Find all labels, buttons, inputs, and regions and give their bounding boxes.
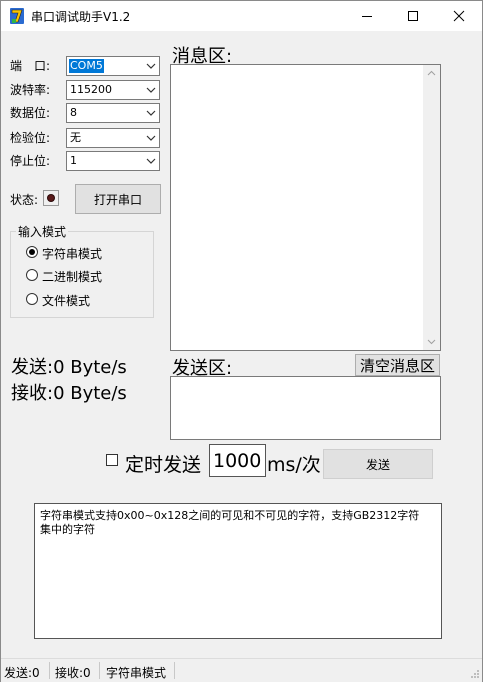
- status-mode: 字符串模式: [106, 666, 167, 680]
- app-window: 串口调试助手V1.2 端 口: COM5 波特率: 115200 数据位: 8 …: [0, 0, 483, 682]
- interval-input[interactable]: 1000: [209, 444, 266, 477]
- parity-select[interactable]: 无: [66, 128, 160, 148]
- chevron-down-icon: [146, 63, 156, 69]
- radio-binary-label[interactable]: 二进制模式: [42, 268, 102, 285]
- chevron-down-icon: [146, 87, 156, 93]
- timed-send-label[interactable]: 定时发送: [125, 450, 201, 477]
- message-textarea[interactable]: [170, 64, 441, 351]
- stopbits-label: 停止位:: [10, 154, 51, 168]
- title-bar[interactable]: 串口调试助手V1.2: [1, 1, 482, 31]
- port-value: COM5: [69, 59, 104, 73]
- send-textarea[interactable]: [170, 376, 441, 440]
- baud-value: 115200: [70, 83, 112, 96]
- status-separator: [174, 662, 175, 679]
- receive-rate: 接收:0 Byte/s: [11, 383, 127, 404]
- stopbits-select[interactable]: 1: [66, 151, 160, 171]
- interval-unit: ms/次: [267, 454, 321, 476]
- close-icon: [453, 10, 465, 22]
- databits-value: 8: [70, 106, 77, 119]
- minimize-button[interactable]: [344, 1, 390, 31]
- status-label: 状态:: [10, 193, 39, 207]
- chevron-down-icon: [146, 110, 156, 116]
- port-label: 端 口:: [10, 59, 51, 73]
- databits-select[interactable]: 8: [66, 103, 160, 123]
- send-button[interactable]: 发送: [323, 449, 433, 479]
- stopbits-value: 1: [70, 154, 77, 167]
- open-port-button[interactable]: 打开串口: [75, 184, 161, 214]
- minimize-icon: [362, 16, 372, 17]
- window-title: 串口调试助手V1.2: [31, 10, 131, 24]
- clear-messages-label: 清空消息区: [359, 356, 435, 375]
- scroll-down-icon[interactable]: [427, 339, 436, 345]
- resize-grip-icon[interactable]: [469, 668, 480, 679]
- databits-label: 数据位:: [10, 106, 51, 120]
- app-icon: [10, 8, 24, 24]
- parity-label: 检验位:: [10, 131, 51, 145]
- status-separator: [49, 662, 50, 679]
- send-button-label: 发送: [365, 457, 390, 472]
- scroll-up-icon[interactable]: [427, 70, 436, 76]
- baud-select[interactable]: 115200: [66, 80, 160, 100]
- status-sent: 发送:0: [4, 666, 40, 680]
- radio-string-label[interactable]: 字符串模式: [42, 245, 102, 262]
- radio-binary-mode[interactable]: [26, 269, 38, 281]
- input-mode-title: 输入模式: [16, 223, 69, 240]
- open-port-label: 打开串口: [93, 192, 142, 207]
- close-button[interactable]: [436, 1, 482, 31]
- chevron-down-icon: [146, 158, 156, 164]
- mode-info-box: 字符串模式支持0x00~0x128之间的可见和不可见的字符，支持GB2312字符…: [34, 503, 442, 639]
- radio-string-mode[interactable]: [26, 246, 38, 258]
- maximize-icon: [408, 11, 418, 21]
- port-select[interactable]: COM5: [66, 56, 160, 76]
- radio-file-label[interactable]: 文件模式: [42, 292, 90, 309]
- parity-value: 无: [70, 131, 81, 144]
- status-separator: [99, 662, 100, 679]
- clear-messages-button[interactable]: 清空消息区: [355, 354, 440, 376]
- mode-info-text: 字符串模式支持0x00~0x128之间的可见和不可见的字符，支持GB2312字符…: [40, 509, 420, 536]
- interval-value: 1000: [213, 450, 262, 472]
- radio-file-mode[interactable]: [26, 293, 38, 305]
- message-scrollbar[interactable]: [423, 65, 440, 350]
- maximize-button[interactable]: [390, 1, 436, 31]
- timed-send-checkbox[interactable]: [106, 454, 118, 466]
- chevron-down-icon: [146, 135, 156, 141]
- status-led-icon: [43, 190, 59, 206]
- baud-label: 波特率:: [10, 83, 51, 97]
- status-received: 接收:0: [55, 666, 91, 680]
- send-rate: 发送:0 Byte/s: [11, 357, 127, 378]
- status-bar: 发送:0 接收:0 字符串模式: [1, 658, 482, 682]
